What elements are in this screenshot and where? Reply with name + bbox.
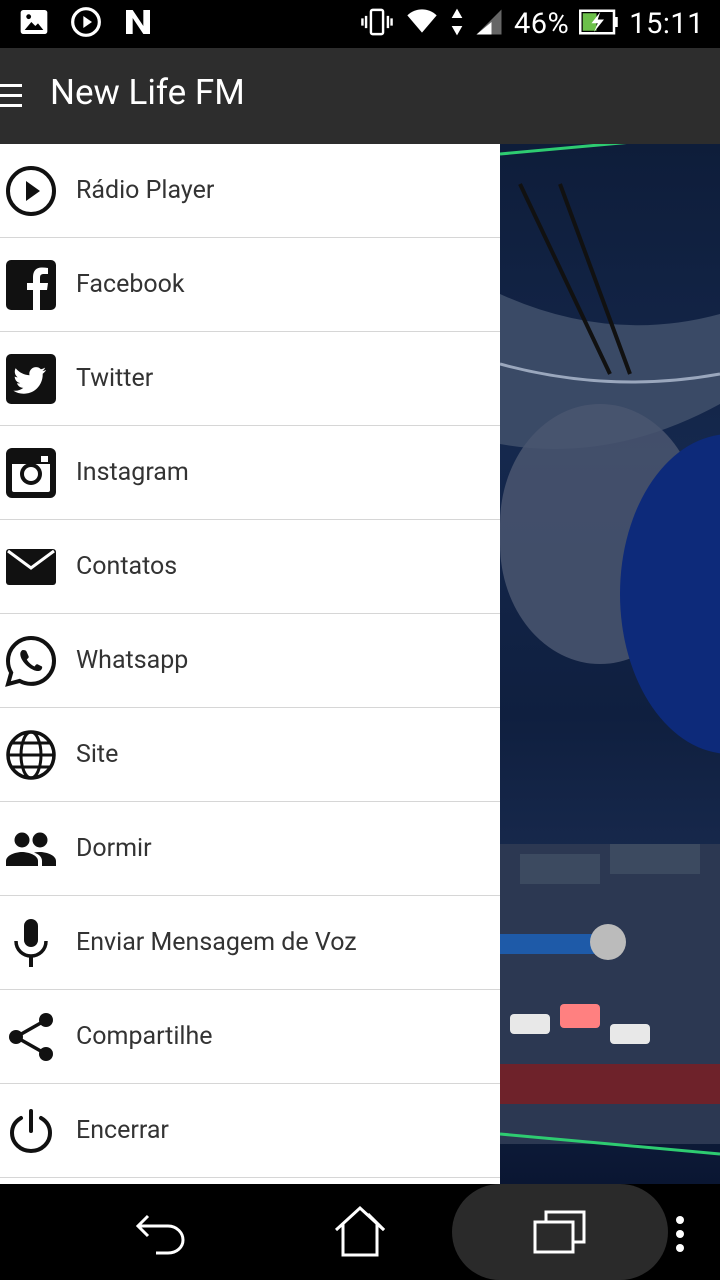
drawer-item-compartilhe[interactable]: Compartilhe xyxy=(0,990,500,1084)
n-notification-icon xyxy=(122,6,154,42)
wifi-icon xyxy=(404,6,440,42)
image-notification-icon xyxy=(18,6,50,42)
back-button[interactable] xyxy=(132,1208,188,1260)
data-arrows-icon xyxy=(450,6,464,42)
vibrate-icon xyxy=(360,6,394,42)
drawer-item-label: Rádio Player xyxy=(76,176,215,205)
people-icon xyxy=(4,822,58,876)
drawer-item-label: Twitter xyxy=(76,364,154,393)
drawer-item-label: Whatsapp xyxy=(76,646,189,675)
play-notification-icon xyxy=(70,6,102,42)
recent-apps-button[interactable] xyxy=(532,1208,588,1260)
signal-icon xyxy=(474,7,504,41)
drawer-item-label: Dormir xyxy=(76,834,152,863)
facebook-icon xyxy=(4,258,58,312)
app-title: New Life FM xyxy=(50,72,245,113)
drawer-item-contatos[interactable]: Contatos xyxy=(0,520,500,614)
status-bar: 46% 15:11 xyxy=(0,0,720,48)
battery-percent: 46% xyxy=(513,7,570,41)
more-options-icon[interactable] xyxy=(674,1214,686,1258)
twitter-icon xyxy=(4,352,58,406)
share-icon xyxy=(4,1010,58,1064)
hamburger-menu-icon[interactable] xyxy=(0,82,24,114)
background-studio-image xyxy=(500,144,720,1184)
drawer-item-twitter[interactable]: Twitter xyxy=(0,332,500,426)
drawer-item-label: Enviar Mensagem de Voz xyxy=(76,928,357,957)
power-icon xyxy=(4,1104,58,1158)
microphone-icon xyxy=(4,916,58,970)
drawer-item-label: Compartilhe xyxy=(76,1022,213,1051)
drawer-item-site[interactable]: Site xyxy=(0,708,500,802)
whatsapp-icon xyxy=(4,634,58,688)
instagram-icon xyxy=(4,446,58,500)
drawer-item-whatsapp[interactable]: Whatsapp xyxy=(0,614,500,708)
battery-charging-icon xyxy=(579,7,619,41)
drawer-item-instagram[interactable]: Instagram xyxy=(0,426,500,520)
home-button[interactable] xyxy=(332,1204,388,1262)
drawer-item-label: Site xyxy=(76,740,119,769)
drawer-item-label: Instagram xyxy=(76,458,189,487)
drawer-item-label: Encerrar xyxy=(76,1116,169,1145)
play-circle-icon xyxy=(4,164,58,218)
system-nav-bar xyxy=(0,1184,720,1280)
app-toolbar: New Life FM xyxy=(0,48,720,144)
navigation-drawer: Rádio Player Facebook Twitter Instagram … xyxy=(0,144,500,1184)
globe-icon xyxy=(4,728,58,782)
drawer-item-enviar-mensagem-de-voz[interactable]: Enviar Mensagem de Voz xyxy=(0,896,500,990)
drawer-item-label: Facebook xyxy=(76,270,185,299)
drawer-item-encerrar[interactable]: Encerrar xyxy=(0,1084,500,1178)
drawer-item-radio-player[interactable]: Rádio Player xyxy=(0,144,500,238)
drawer-item-dormir[interactable]: Dormir xyxy=(0,802,500,896)
drawer-item-label: Contatos xyxy=(76,552,178,581)
clock: 15:11 xyxy=(629,7,704,41)
drawer-item-facebook[interactable]: Facebook xyxy=(0,238,500,332)
mail-icon xyxy=(4,540,58,594)
